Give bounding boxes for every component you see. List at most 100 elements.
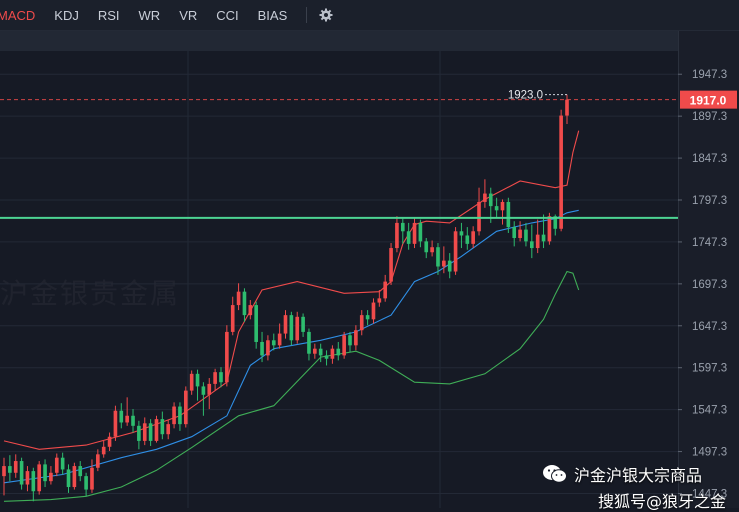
candle-body: [295, 316, 300, 341]
candle-body: [113, 410, 118, 437]
candle-body: [19, 461, 24, 485]
candle-body: [512, 227, 517, 238]
candle-body: [31, 471, 36, 492]
candle-body: [529, 241, 534, 249]
candle-body: [84, 476, 88, 490]
watermark-line2: 搜狐号@狼牙之金: [598, 492, 727, 511]
candle-body: [166, 424, 171, 435]
candle-body: [277, 333, 282, 346]
candle-body: [236, 291, 241, 306]
candle-body: [506, 201, 511, 228]
candlestick-chart[interactable]: 1947.3 1897.3 1847.3 1797.3 1747.3 1697.3 1647…: [0, 0, 739, 508]
candle-body: [248, 305, 253, 316]
candle-body: [154, 419, 159, 441]
candle-body: [13, 461, 18, 473]
candle-body: [395, 222, 399, 249]
candle-body: [447, 260, 452, 272]
candle-body: [183, 390, 188, 425]
y-tick-label-4: 1747.3: [692, 237, 727, 249]
candle-body: [230, 305, 235, 332]
candles: [2, 94, 569, 502]
candle-body: [60, 457, 65, 470]
candle-body: [49, 472, 53, 482]
y-tick-label-7: 1597.3: [692, 363, 727, 375]
candle-body: [289, 315, 294, 341]
candle-body: [547, 216, 552, 242]
candle-body: [2, 466, 6, 477]
ma-upper-line: [3, 130, 580, 450]
candle-body: [418, 222, 423, 242]
candle-body: [125, 415, 129, 423]
y-tick-label-8: 1547.3: [692, 405, 727, 417]
candle-body: [189, 373, 194, 391]
candle-body: [137, 425, 141, 441]
candle-body: [43, 464, 47, 482]
candle-body: [72, 466, 77, 488]
ma-middle-line: [3, 209, 579, 484]
high-label: 1923.0: [508, 90, 543, 102]
candle-body: [178, 406, 182, 425]
candle-body: [459, 231, 464, 236]
candle-body: [8, 466, 12, 473]
candle-body: [406, 231, 411, 244]
candle-body: [201, 386, 206, 395]
candle-body: [400, 222, 405, 232]
candle-body: [313, 348, 317, 354]
watermark-line1: 沪金沪银大宗商品: [574, 466, 703, 485]
candle-body: [453, 231, 458, 272]
y-tick-label-2: 1847.3: [692, 153, 727, 165]
candle-body: [442, 260, 446, 267]
candle-body: [207, 383, 212, 395]
candle-body: [465, 235, 470, 244]
candle-body: [78, 466, 83, 477]
candle-body: [342, 335, 346, 356]
candle-body: [412, 222, 417, 244]
candle-body: [477, 201, 481, 232]
candle-body: [142, 423, 147, 441]
candle-body: [371, 302, 376, 320]
candle-body: [96, 454, 100, 468]
candle-body: [518, 229, 522, 238]
candle-body: [219, 372, 223, 383]
candle-body: [131, 415, 135, 426]
candle-body: [242, 291, 247, 316]
current-price-label: 1917.0: [690, 94, 727, 108]
candle-body: [436, 247, 440, 267]
candle-body: [365, 315, 370, 320]
candle-body: [324, 355, 329, 359]
candle-body: [107, 436, 112, 447]
candle-body: [354, 330, 358, 346]
candle-body: [389, 248, 393, 282]
candle-body: [195, 373, 200, 387]
y-tick-label-1: 1897.3: [692, 111, 727, 123]
y-tick-label-0: 1947.3: [692, 69, 727, 81]
y-tick-label-6: 1647.3: [692, 321, 727, 333]
candle-body: [559, 115, 563, 229]
candle-body: [90, 467, 94, 490]
candle-body: [524, 229, 528, 242]
candle-body: [271, 340, 276, 346]
price-overlays: 1923.0 1917.0: [0, 90, 737, 219]
candle-body: [148, 423, 153, 441]
candle-body: [213, 372, 217, 384]
grid-lines: [0, 51, 678, 508]
candle-body: [565, 99, 569, 116]
candle-body: [101, 446, 106, 455]
candle-body: [254, 305, 258, 342]
candle-body: [377, 298, 382, 303]
candle-body: [483, 193, 487, 202]
candle-body: [336, 348, 341, 356]
candle-body: [541, 234, 546, 242]
y-tick-label-5: 1697.3: [692, 279, 727, 291]
candle-body: [318, 348, 323, 356]
candle-body: [535, 234, 540, 249]
candle-body: [66, 469, 71, 488]
candle-body: [225, 331, 229, 383]
candle-body: [471, 231, 475, 244]
candle-body: [494, 206, 499, 211]
candle-body: [54, 457, 59, 473]
candle-body: [301, 316, 305, 332]
candle-body: [500, 201, 505, 211]
candle-body: [119, 410, 124, 423]
candle-body: [330, 348, 335, 359]
